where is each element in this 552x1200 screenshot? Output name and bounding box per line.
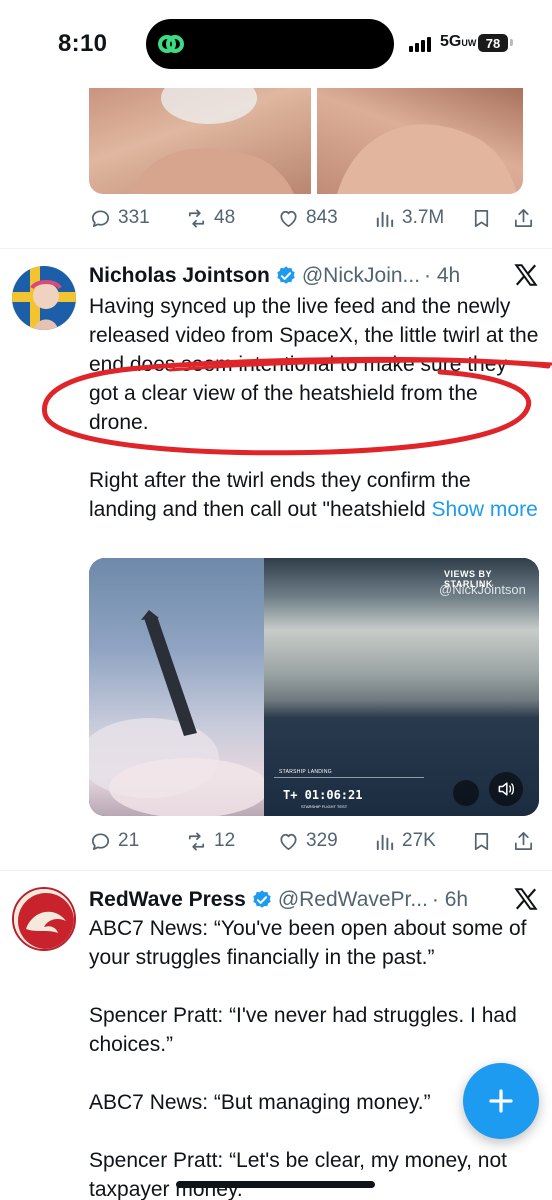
linked-rings-icon <box>150 23 192 65</box>
signal-icon <box>409 36 431 52</box>
plus-icon <box>489 1089 513 1113</box>
tweet-action-bar: 331 48 843 3.7M <box>89 203 537 233</box>
status-bar: 8:10 5GUW 78 <box>0 0 552 88</box>
x-logo-icon[interactable] <box>513 886 539 917</box>
author-handle[interactable]: @NickJoin... <box>302 264 420 288</box>
like-button[interactable]: 843 <box>277 207 338 230</box>
share-icon <box>514 831 533 850</box>
tweet-divider <box>0 248 552 249</box>
tweet-header: RedWave Press @RedWavePr... · 6h <box>89 885 539 915</box>
bookmark-icon <box>474 209 489 227</box>
tweet-action-bar: 21 12 329 27K <box>89 826 537 856</box>
speaker-icon <box>498 782 514 796</box>
red-annotation-circle <box>41 356 552 456</box>
video-overlay-line <box>274 777 424 778</box>
minimap-icon <box>453 780 479 806</box>
share-button[interactable] <box>512 830 535 853</box>
verified-badge-icon <box>251 889 273 911</box>
views-button[interactable]: 3.7M <box>373 207 444 230</box>
bookmark-icon <box>474 832 489 850</box>
media-image-hand-holding-disc[interactable] <box>89 88 311 194</box>
author-name[interactable]: RedWave Press <box>89 888 246 912</box>
dynamic-island <box>146 19 394 69</box>
avatar[interactable] <box>12 266 76 330</box>
reply-button[interactable]: 331 <box>89 207 150 230</box>
repost-button[interactable]: 48 <box>185 207 235 230</box>
tweet-header: Nicholas Jointson @NickJoin... · 4h <box>89 261 539 291</box>
battery-tip <box>510 39 513 46</box>
status-time: 8:10 <box>58 30 108 57</box>
compose-button[interactable] <box>463 1063 539 1139</box>
tweet-time: · 6h <box>431 888 469 911</box>
author-name[interactable]: Nicholas Jointson <box>89 264 270 288</box>
previous-tweet-media[interactable] <box>89 88 523 194</box>
mute-button[interactable] <box>489 772 523 806</box>
like-button[interactable]: 329 <box>277 830 338 853</box>
video-landing-label: STARSHIP LANDING <box>279 769 332 775</box>
video-starship-frame <box>89 558 269 816</box>
views-icon <box>376 211 394 227</box>
avatar[interactable] <box>12 887 76 951</box>
heart-icon <box>280 210 297 227</box>
repost-icon <box>188 831 205 851</box>
share-button[interactable] <box>512 207 535 230</box>
home-indicator[interactable] <box>176 1181 375 1188</box>
reply-button[interactable]: 21 <box>89 830 139 853</box>
repost-button[interactable]: 12 <box>185 830 235 853</box>
show-more-link[interactable]: Show more <box>432 498 538 521</box>
reply-icon <box>91 832 110 850</box>
x-logo-icon[interactable] <box>513 262 539 288</box>
tweet-time: · 4h <box>424 264 461 287</box>
share-icon <box>514 208 533 227</box>
battery-icon: 78 <box>478 34 508 52</box>
author-handle[interactable]: @RedWavePr... <box>278 888 428 912</box>
network-indicator: 5GUW <box>440 33 477 50</box>
heart-icon <box>280 833 297 850</box>
bookmark-button[interactable] <box>470 207 493 230</box>
views-button[interactable]: 27K <box>373 830 436 853</box>
tweet-text[interactable]: ABC7 News: “You've been open about some … <box>89 914 539 1200</box>
video-flight-label: STARSHIP FLIGHT TEST <box>301 804 348 809</box>
repost-icon <box>188 208 205 228</box>
views-icon <box>376 834 394 850</box>
video-timer: T+ 01:06:21 <box>283 788 363 802</box>
media-image-open-hand[interactable] <box>317 88 523 194</box>
tweet-divider <box>0 870 552 871</box>
bookmark-button[interactable] <box>470 830 493 853</box>
video-watermark: @NickJointson <box>439 582 526 597</box>
reply-icon <box>91 209 110 227</box>
verified-badge-icon <box>275 265 297 287</box>
tweet-video[interactable]: VIEWS BY STARLINK @NickJointson STARSHIP… <box>89 558 539 816</box>
